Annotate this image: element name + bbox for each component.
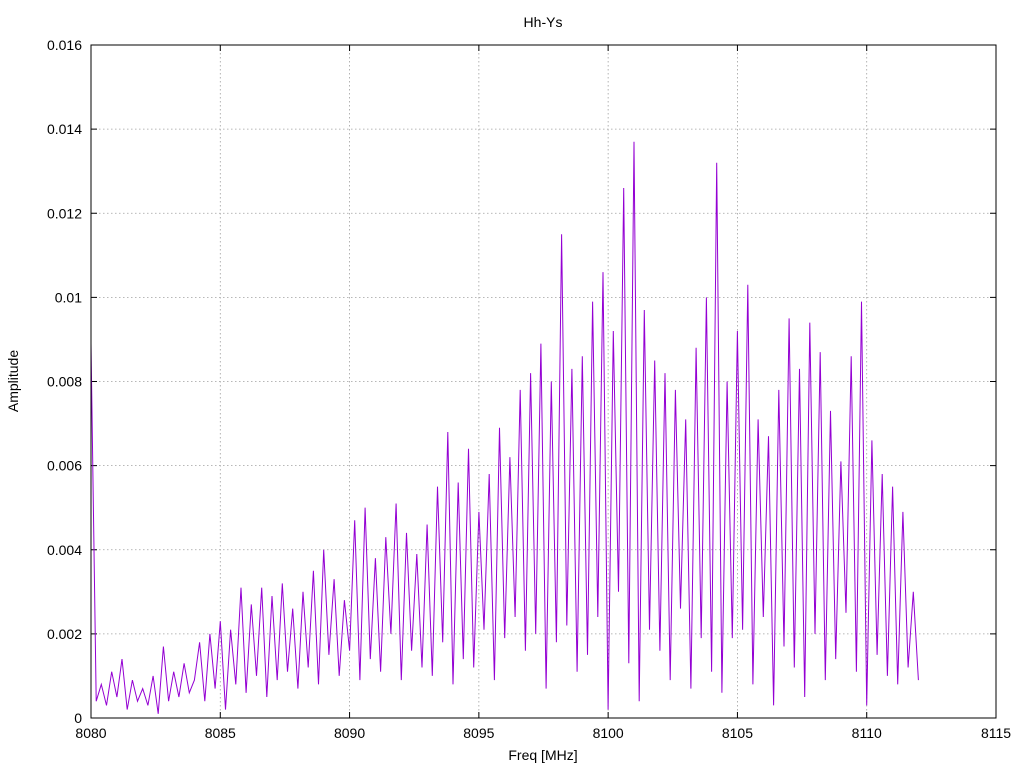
- amplitude-series-line: [90, 141, 919, 714]
- y-tick-label: 0.014: [47, 121, 82, 137]
- x-tick-label: 8085: [205, 725, 236, 741]
- x-tick-label: 8080: [75, 725, 106, 741]
- y-tick-label: 0.008: [47, 374, 82, 390]
- x-tick-label: 8110: [852, 725, 882, 741]
- x-tick-label: 8105: [722, 725, 753, 741]
- x-axis-label: Freq [MHz]: [508, 747, 577, 763]
- y-tick-label: 0.006: [47, 458, 82, 474]
- y-tick-label: 0.004: [47, 542, 82, 558]
- y-tick-label: 0.01: [55, 289, 82, 305]
- y-axis-label: Amplitude: [5, 350, 21, 412]
- x-tick-label: 8100: [593, 725, 624, 741]
- x-tick-label: 8095: [463, 725, 494, 741]
- x-tick-label: 8090: [334, 725, 365, 741]
- chart: Hh-Ys Freq [MHz] Amplitude 8080 8085 8090 8…: [5, 14, 1011, 763]
- y-tick-label: 0.016: [47, 37, 82, 53]
- y-tick-label: 0.002: [47, 626, 82, 642]
- y-tick-label: 0.012: [47, 205, 82, 221]
- chart-title: Hh-Ys: [524, 14, 563, 30]
- x-tick-label: 8115: [981, 725, 1011, 741]
- y-tick-label: 0: [74, 710, 82, 726]
